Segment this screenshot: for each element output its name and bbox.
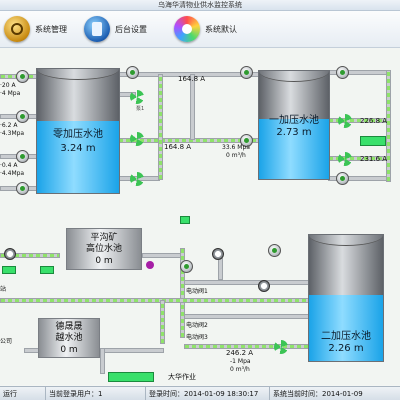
- current-user: 当前登录用户：1: [46, 387, 146, 400]
- pump-icon[interactable]: [16, 70, 29, 83]
- current-user-value: 1: [98, 390, 103, 398]
- valve-label: 电动阀3: [186, 334, 208, 341]
- reading: 164.8 A: [178, 75, 206, 83]
- pipe: [386, 70, 391, 182]
- fan-pump-icon[interactable]: [338, 152, 352, 166]
- tank-two[interactable]: 二加压水池 2.26 m: [308, 234, 384, 362]
- pressure-gauge-icon: [212, 248, 224, 260]
- color-wheel-icon: [174, 16, 200, 42]
- left-edge-label: 公司: [0, 338, 13, 345]
- pump-icon[interactable]: [336, 172, 349, 185]
- pump-icon[interactable]: [180, 260, 193, 273]
- pump-icon[interactable]: [336, 66, 349, 79]
- reading: 0 m³/h: [230, 366, 250, 373]
- fan-pump-icon[interactable]: [130, 172, 144, 186]
- tank-pinggou[interactable]: 平沟矿 高位水池 0 m: [66, 228, 142, 270]
- system-time-value: 2014-01-09: [322, 390, 363, 398]
- reading: ·20 A: [0, 82, 16, 89]
- pipe: [100, 348, 105, 374]
- system-default-button[interactable]: 系统默认: [174, 16, 237, 42]
- system-time-label: 系统当前时间：: [273, 390, 322, 398]
- pipe: [142, 253, 182, 258]
- pump-icon[interactable]: [126, 66, 139, 79]
- settings-icon: [84, 16, 110, 42]
- tank-level-value: 3.24 m: [60, 143, 96, 154]
- pipe: [158, 74, 163, 180]
- tank-name: 零加压水池: [53, 129, 103, 140]
- fan-pump-icon[interactable]: [130, 132, 144, 146]
- fan-pump-icon[interactable]: [130, 90, 144, 104]
- reading: 231.6 A: [360, 155, 388, 163]
- reading: ·4.3Mpa: [0, 130, 25, 137]
- gear-icon: [4, 16, 30, 42]
- left-edge-label: 站: [0, 286, 7, 293]
- tank-level-value: 2.73 m: [276, 127, 312, 138]
- tank-name-line1: 德晟晟: [55, 322, 83, 332]
- system-manage-button[interactable]: 系统管理: [4, 16, 67, 42]
- reading: ·4 Mpa: [0, 90, 21, 97]
- tank-level-value: 0 m: [60, 345, 78, 355]
- pipe: [184, 314, 310, 319]
- tank-level-value: 0 m: [95, 256, 113, 266]
- reading: ·6.2 A: [0, 122, 18, 129]
- status-indicator: [108, 372, 154, 382]
- process-canvas: 零加压水池 3.24 m 一加压水池 2.73 m 二加压水池 2.26 m 平…: [0, 48, 400, 385]
- pipe: [160, 300, 165, 344]
- pump-icon[interactable]: [16, 182, 29, 195]
- reading: 246.2 A: [226, 349, 254, 357]
- login-time-label: 登录时间：: [149, 390, 184, 398]
- current-user-label: 当前登录用户：: [49, 390, 98, 398]
- reading: 33.6 Mpa: [222, 144, 250, 151]
- pump-icon[interactable]: [16, 110, 29, 123]
- reading: 0 m³/h: [226, 152, 246, 159]
- status-indicator: [360, 136, 386, 146]
- backend-settings-label: 后台设置: [115, 24, 147, 34]
- reading: -1 Mpa: [230, 358, 251, 365]
- reading: ·4.4Mpa: [0, 170, 25, 177]
- alarm-dot: [146, 261, 154, 269]
- login-time: 登录时间：2014-01-09 18:30:17: [146, 387, 270, 400]
- tank-name: 一加压水池: [269, 115, 319, 126]
- backend-settings-button[interactable]: 后台设置: [84, 16, 147, 42]
- fan-pump-icon[interactable]: [274, 340, 288, 354]
- valve-label: 电动阀2: [186, 322, 208, 329]
- pressure-gauge-icon: [258, 280, 270, 292]
- system-default-label: 系统默认: [205, 24, 237, 34]
- window-title: 乌海华清物业供水监控系统: [158, 1, 242, 9]
- tank-level-value: 2.26 m: [328, 343, 364, 354]
- tank-desheng[interactable]: 德晟晟 越水池 0 m: [38, 318, 100, 358]
- reading: 164.8 A: [164, 143, 192, 151]
- toolbar: 系统管理 后台设置 系统默认: [0, 11, 400, 48]
- pump-icon[interactable]: [240, 66, 253, 79]
- tank-one[interactable]: 一加压水池 2.73 m: [258, 70, 330, 180]
- status-indicator: [180, 216, 190, 224]
- pipe: [218, 258, 223, 280]
- system-manage-label: 系统管理: [35, 24, 67, 34]
- valve-label: 电动阀1: [186, 288, 208, 295]
- pump-icon[interactable]: [16, 150, 29, 163]
- fan-pump-icon[interactable]: [338, 114, 352, 128]
- tank-zero[interactable]: 零加压水池 3.24 m: [36, 68, 120, 194]
- pump-icon[interactable]: [268, 244, 281, 257]
- status-indicator: [40, 266, 54, 274]
- system-time: 系统当前时间：2014-01-09: [270, 387, 400, 400]
- tank-name: 二加压水池: [321, 331, 371, 342]
- reading: 226.8 A: [360, 117, 388, 125]
- pipe: [184, 280, 310, 285]
- pump-label: 泵1: [136, 106, 145, 112]
- tank-name-line1: 平沟矿: [90, 233, 118, 243]
- pipe: [0, 298, 310, 303]
- login-time-value: 2014-01-09 18:30:17: [184, 390, 259, 398]
- tank-name-line2: 高位水池: [85, 244, 122, 254]
- tank-name-line2: 越水池: [55, 333, 83, 343]
- run-status: 运行: [0, 387, 46, 400]
- title-bar: 乌海华清物业供水监控系统: [0, 0, 400, 11]
- pipe: [190, 74, 195, 140]
- scada-window: 乌海华清物业供水监控系统 系统管理 后台设置 系统默认 零加压水池 3.24 m…: [0, 0, 400, 400]
- status-bar: 运行 当前登录用户：1 登录时间：2014-01-09 18:30:17 系统当…: [0, 386, 400, 400]
- pressure-gauge-icon: [4, 248, 16, 260]
- status-indicator: [2, 266, 16, 274]
- site-label: 大华作业: [168, 373, 196, 381]
- reading: ·0.4 A: [0, 162, 18, 169]
